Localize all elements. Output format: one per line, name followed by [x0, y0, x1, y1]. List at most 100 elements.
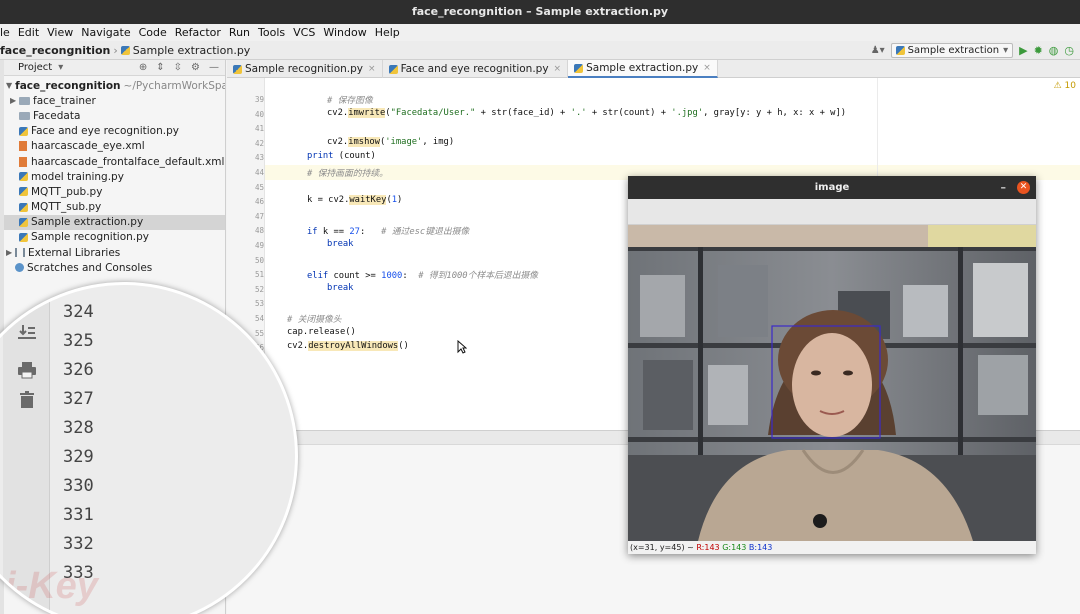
- run-icon[interactable]: ▶: [1019, 44, 1027, 57]
- tree-item[interactable]: model training.py: [4, 169, 225, 184]
- trash-icon[interactable]: [16, 391, 38, 409]
- close-tab-icon[interactable]: ×: [554, 64, 562, 74]
- project-tree: ▼ face_recongnition ~/PycharmWorkSpace/ …: [4, 76, 225, 275]
- menu-item-help[interactable]: Help: [375, 26, 400, 39]
- navigation-bar: face_recongnition › Sample extraction.py…: [0, 41, 1080, 60]
- tree-item-label: MQTT_pub.py: [31, 185, 103, 198]
- window-title: face_recongnition – Sample extraction.py: [411, 5, 669, 18]
- code-line: # 关闭摄像头: [287, 312, 342, 325]
- chevron-down-icon[interactable]: ▾: [58, 62, 63, 73]
- expand-arrow-icon[interactable]: ▼: [6, 81, 12, 90]
- tree-root[interactable]: ▼ face_recongnition ~/PycharmWorkSpace/: [4, 78, 225, 93]
- debug-icon[interactable]: ✹: [1034, 44, 1043, 57]
- expand-all-icon[interactable]: ⇳: [174, 62, 182, 73]
- line-number: 53: [254, 299, 264, 309]
- python-file-icon: [19, 187, 28, 197]
- line-number: 39: [254, 95, 264, 104]
- expand-arrow-icon[interactable]: ▶: [6, 248, 15, 257]
- user-icon[interactable]: ♟▾: [871, 45, 885, 56]
- coverage-icon[interactable]: ◍: [1049, 44, 1059, 57]
- code-token: k = cv2.: [307, 195, 350, 206]
- code-token: ): [397, 195, 403, 206]
- line-number: 55: [254, 328, 264, 338]
- code-token: "Facedata/User.": [390, 107, 476, 118]
- menu-item-window[interactable]: Window: [323, 26, 366, 39]
- webcam-frame[interactable]: [628, 225, 1036, 541]
- scroll-to-end-icon[interactable]: [16, 323, 38, 341]
- project-panel-title[interactable]: Project: [18, 62, 52, 73]
- inspection-warning-badge[interactable]: ⚠ 10: [1054, 81, 1076, 91]
- hide-panel-icon[interactable]: —: [209, 62, 219, 73]
- line-number: 46: [254, 197, 264, 207]
- menu-item-le[interactable]: le: [0, 26, 10, 39]
- webcam-image: [628, 225, 1036, 541]
- menu-item-run[interactable]: Run: [229, 26, 250, 39]
- line-number: 51: [254, 270, 264, 280]
- menu-item-tools[interactable]: Tools: [258, 26, 285, 39]
- editor-tab[interactable]: Sample extraction.py ×: [568, 60, 718, 78]
- tree-item-label: Sample recognition.py: [31, 231, 150, 244]
- cv-status-bar: (x=31, y=45) ~ R:143 G:143 B:143: [628, 541, 1036, 554]
- profile-icon[interactable]: ◷: [1064, 44, 1074, 57]
- menu-item-refactor[interactable]: Refactor: [175, 26, 221, 39]
- opencv-image-window[interactable]: image – ✕ (x=31, y=45) ~ R:143 G:143 B:1…: [628, 176, 1036, 554]
- close-tab-icon[interactable]: ×: [368, 64, 376, 74]
- code-line: elif count >= 1000: # 得到1000个样本后退出摄像: [307, 268, 538, 281]
- code-token: imshow: [348, 136, 380, 147]
- python-file-icon: [233, 64, 242, 74]
- code-token: cv2.: [327, 136, 349, 147]
- menu-item-edit[interactable]: Edit: [18, 26, 39, 39]
- locate-icon[interactable]: ⊕: [139, 62, 147, 73]
- tree-item[interactable]: MQTT_pub.py: [4, 184, 225, 199]
- tree-item[interactable]: Facedata: [4, 108, 225, 123]
- line-number: 47: [254, 211, 264, 221]
- code-token: # 保持画面的持续。: [307, 169, 388, 179]
- tree-item[interactable]: Sample extraction.py: [4, 214, 225, 230]
- tree-item[interactable]: Face and eye recognition.py: [4, 124, 225, 139]
- tree-item[interactable]: MQTT_sub.py: [4, 200, 225, 215]
- breadcrumb-file[interactable]: Sample extraction.py: [133, 44, 251, 57]
- external-libraries-label: External Libraries: [28, 246, 121, 259]
- minimize-icon[interactable]: –: [1001, 176, 1007, 199]
- tree-external-libraries[interactable]: ▶ External Libraries: [4, 245, 225, 260]
- tree-item[interactable]: haarcascade_eye.xml: [4, 139, 225, 154]
- menu-item-navigate[interactable]: Navigate: [81, 26, 130, 39]
- run-config-selector[interactable]: Sample extraction ▾: [890, 43, 1014, 58]
- xml-file-icon: [19, 141, 27, 152]
- mouse-cursor-icon: [457, 339, 468, 357]
- python-file-icon: [19, 126, 28, 136]
- breadcrumb-project[interactable]: face_recongnition: [0, 44, 110, 57]
- code-token: , gray[y: y + h, x: x + w]): [703, 107, 847, 118]
- close-tab-icon[interactable]: ×: [703, 63, 711, 73]
- editor-tab[interactable]: Face and eye recognition.py ×: [383, 60, 569, 78]
- tree-items: ▶ face_trainer Facedata Face and eye recogn…: [4, 93, 225, 245]
- gear-icon[interactable]: ⚙: [191, 62, 200, 73]
- line-number: 45: [254, 182, 264, 192]
- line-number: 49: [254, 241, 264, 250]
- tree-item-label: face_trainer: [33, 94, 96, 107]
- tree-item[interactable]: ▶ face_trainer: [4, 93, 225, 108]
- print-icon[interactable]: [16, 361, 38, 379]
- expand-arrow-icon[interactable]: ▶: [10, 96, 19, 105]
- folder-icon: [19, 96, 30, 105]
- tree-item[interactable]: Sample recognition.py: [4, 230, 225, 245]
- menu-item-code[interactable]: Code: [139, 26, 167, 39]
- close-icon[interactable]: ✕: [1017, 181, 1030, 194]
- magnified-line-number: 329: [63, 447, 94, 467]
- cv-window-title-bar[interactable]: image – ✕: [628, 176, 1036, 199]
- root-name: face_recongnition: [15, 79, 121, 92]
- line-number: 40: [254, 109, 264, 119]
- menu-item-view[interactable]: View: [47, 26, 73, 39]
- collapse-all-icon[interactable]: ⇕: [156, 62, 164, 73]
- code-token: cap.release(): [287, 326, 356, 337]
- code-line: # 保持画面的持续。: [307, 166, 388, 179]
- code-line: cv2.destroyAllWindows(): [287, 341, 409, 352]
- editor-tab[interactable]: Sample recognition.py ×: [227, 60, 383, 78]
- code-token: + str(face_id) +: [475, 107, 571, 118]
- tree-item[interactable]: haarcascade_frontalface_default.xml: [4, 154, 225, 169]
- run-toolbar: ♟▾ Sample extraction ▾ ▶ ✹ ◍ ◷: [871, 41, 1080, 60]
- menu-item-vcs[interactable]: VCS: [293, 26, 315, 39]
- panel-header-icons: ⊕ ⇕ ⇳ ⚙ —: [139, 62, 225, 73]
- tree-scratches[interactable]: Scratches and Consoles: [4, 260, 225, 275]
- code-line: # 保存图像: [327, 93, 373, 106]
